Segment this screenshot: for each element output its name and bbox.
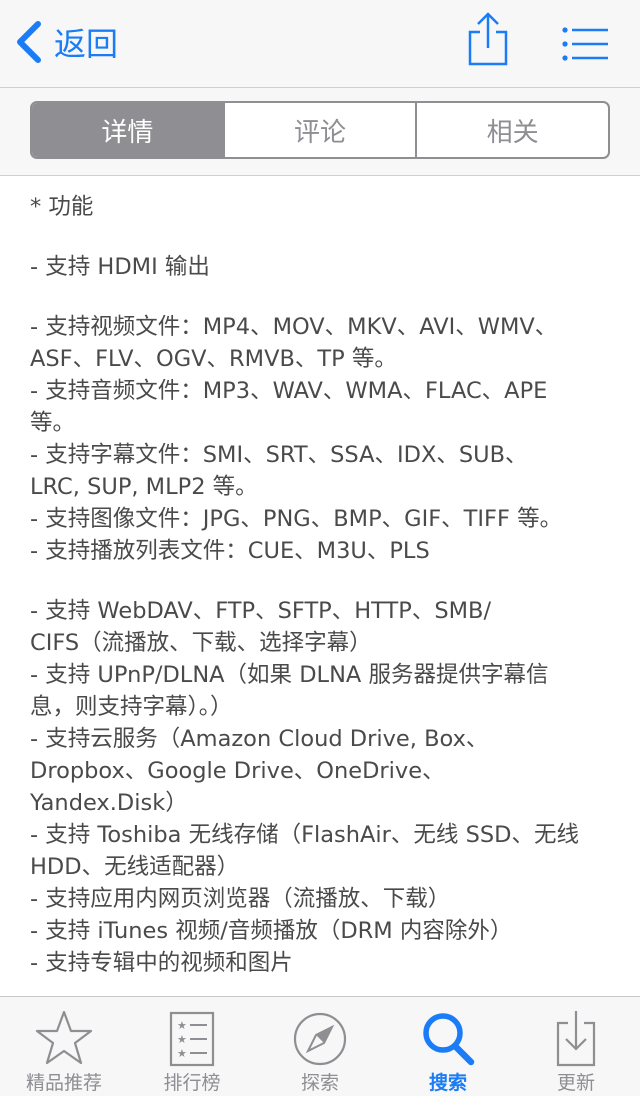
navigation-bar: 返回: [0, 0, 640, 88]
search-icon: [423, 1013, 475, 1066]
description-line: - 支持 iTunes 视频/音频播放（DRM 内容除外）: [30, 918, 513, 944]
tab-top-charts-label: 排行榜: [163, 1072, 221, 1094]
description-line: - 支持音频文件：MP3、WAV、WMA、FLAC、APE: [30, 378, 548, 404]
star-icon: [35, 1010, 93, 1065]
download-tray-icon: [556, 1011, 596, 1067]
tab-search[interactable]: 搜索: [384, 997, 512, 1096]
tab-featured[interactable]: 精品推荐: [0, 997, 128, 1096]
description-line: - 支持应用内网页浏览器（流播放、下载）: [30, 886, 451, 912]
tab-updates[interactable]: 更新: [512, 997, 640, 1096]
description-line: - 支持专辑中的视频和图片: [30, 950, 293, 976]
svg-text:★: ★: [177, 1019, 187, 1032]
app-description[interactable]: * 功能 - 支持 HDMI 输出 - 支持视频文件：MP4、MOV、MKV、AVI…: [0, 177, 640, 997]
list-menu-button[interactable]: [562, 26, 610, 62]
description-line: 息，则支持字幕）。）: [30, 694, 233, 720]
tab-featured-label: 精品推荐: [25, 1072, 102, 1094]
segment-details[interactable]: 详情: [32, 103, 223, 157]
svg-text:★: ★: [177, 1033, 187, 1046]
svg-text:★: ★: [177, 1047, 187, 1060]
description-line: - 支持 HDMI 输出: [30, 254, 210, 280]
description-line: HDD、无线适配器）: [30, 854, 240, 880]
description-line: Yandex.Disk）: [30, 790, 188, 816]
description-line: Dropbox、Google Drive、OneDrive、: [30, 758, 445, 784]
description-line: - 支持云服务（Amazon Cloud Drive, Box、: [30, 726, 489, 752]
ranking-list-icon: ★ ★ ★: [169, 1011, 215, 1067]
description-line: - 支持 WebDAV、FTP、SFTP、HTTP、SMB/: [30, 598, 492, 624]
description-line: * 功能: [30, 194, 94, 220]
description-line: - 支持图像文件：JPG、PNG、BMP、GIF、TIFF 等。: [30, 506, 563, 532]
share-icon: [468, 12, 508, 66]
list-icon: [562, 27, 608, 61]
chevron-left-icon: [14, 20, 44, 68]
description-line: - 支持 Toshiba 无线存储（FlashAir、无线 SSD、无线: [30, 822, 579, 848]
tab-bar: 精品推荐 ★ ★ ★ 排行榜 探索 搜索 更新: [0, 996, 640, 1096]
description-line: - 支持播放列表文件：CUE、M3U、PLS: [30, 538, 430, 564]
tab-search-label: 搜索: [428, 1072, 467, 1094]
description-line: - 支持 UPnP/DLNA（如果 DLNA 服务器提供字幕信: [30, 662, 549, 688]
description-line: - 支持视频文件：MP4、MOV、MKV、AVI、WMV、: [30, 314, 558, 340]
segment-bar: 详情 评论 相关: [0, 88, 640, 176]
description-line: 等。: [30, 410, 76, 436]
share-button[interactable]: [466, 10, 510, 68]
description-line: CIFS（流播放、下载、选择字幕）: [30, 630, 372, 656]
back-button-label: 返回: [54, 25, 119, 63]
app-detail-screen: 返回 详情 评论 相关 * 功能 - 支持 HDMI 输出 - 支持视频文件：M…: [0, 0, 640, 1096]
compass-icon: [293, 1012, 347, 1066]
segmented-control: 详情 评论 相关: [30, 101, 610, 159]
description-line: - 支持字幕文件：SMI、SRT、SSA、IDX、SUB、: [30, 442, 528, 468]
tab-explore[interactable]: 探索: [256, 997, 384, 1096]
segment-reviews[interactable]: 评论: [222, 103, 416, 157]
tab-explore-label: 探索: [300, 1072, 339, 1094]
description-line: LRC, SUP, MLP2 等。: [30, 474, 258, 500]
segment-related[interactable]: 相关: [415, 103, 608, 157]
description-line: ASF、FLV、OGV、RMVB、TP 等。: [30, 346, 397, 372]
tab-top-charts[interactable]: ★ ★ ★ 排行榜: [128, 997, 256, 1096]
back-button[interactable]: 返回: [14, 20, 118, 68]
tab-updates-label: 更新: [556, 1072, 595, 1094]
